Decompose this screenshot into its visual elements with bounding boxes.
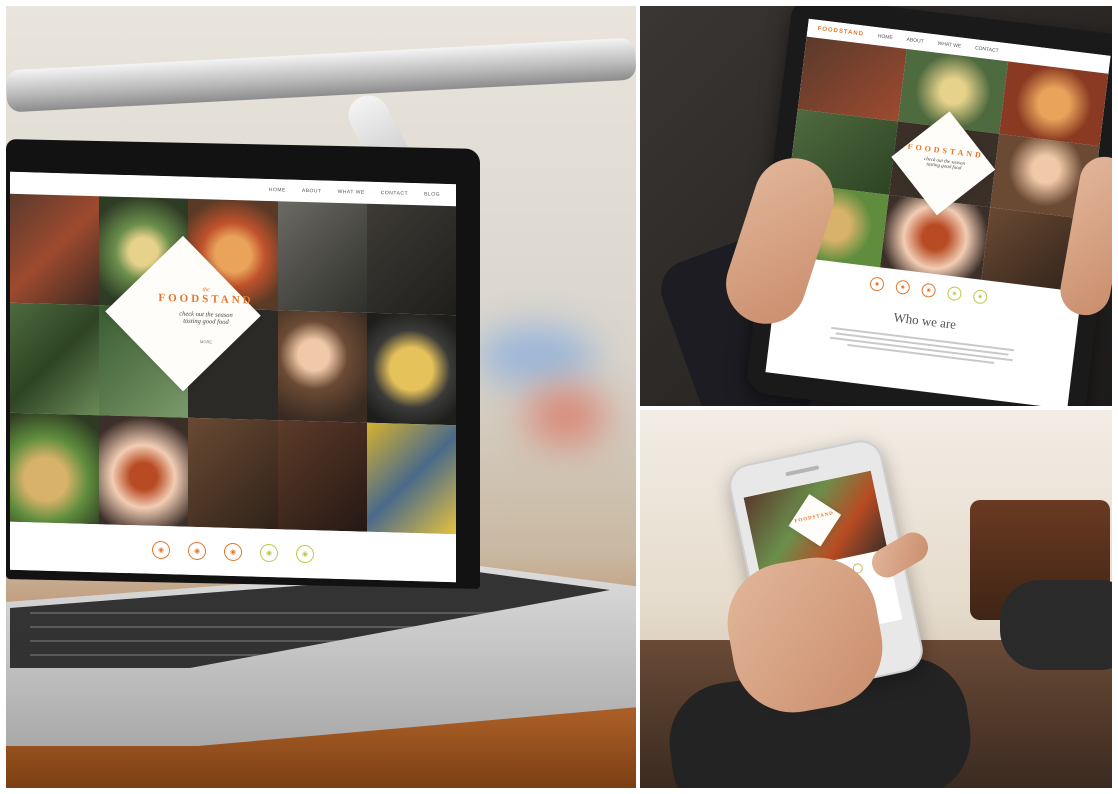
nav-item-blog[interactable]: BLOG (424, 191, 440, 197)
right-sleeve (1000, 580, 1112, 670)
photo-grilled-meat (10, 193, 100, 306)
basket-icon: ◉ (260, 543, 278, 563)
photo-smiling-girl (277, 310, 367, 423)
tablet-nav-item-home[interactable]: HOME (877, 33, 893, 41)
background-railing (6, 37, 636, 113)
photo-kitchen (188, 417, 278, 530)
tablet-nav-item-what-we[interactable]: WHAT WE (937, 41, 961, 50)
nav-item-about[interactable]: ABOUT (302, 188, 322, 195)
background-light (476, 326, 596, 386)
photo-noodle-salad (10, 412, 100, 525)
cup-icon: ◉ (895, 279, 911, 296)
phone-scene: FOODSTAND Who we are (640, 410, 1112, 788)
tablet-nav-item-contact[interactable]: CONTACT (975, 45, 999, 54)
tablet-brand-logo[interactable]: FOODSTAND (817, 26, 864, 38)
laptop-scene: HOME ABOUT WHAT WE CONTACT BLOG the FOOD… (6, 6, 636, 788)
nav-item-contact[interactable]: CONTACT (381, 190, 408, 197)
tablet-scene: FOODSTAND HOME ABOUT WHAT WE CONTACT FOO… (640, 6, 1112, 406)
food-photo-grid (10, 193, 456, 535)
phone-speaker (785, 465, 820, 477)
photo-vendor (277, 419, 367, 532)
bowl-icon: ◉ (869, 276, 885, 292)
photo-cafe (277, 201, 367, 314)
leaf-icon: ◉ (920, 282, 937, 299)
basket-icon: ◉ (946, 285, 963, 302)
bowl-icon: ◉ (152, 540, 170, 560)
background-light (526, 386, 606, 446)
laptop-website: HOME ABOUT WHAT WE CONTACT BLOG the FOOD… (10, 171, 456, 583)
nav-item-home[interactable]: HOME (269, 187, 286, 193)
photo-paella (366, 313, 456, 425)
photo-chef (10, 303, 100, 415)
hero-text: the FOODSTAND check out the season tasti… (128, 285, 284, 346)
tablet-nav-item-about[interactable]: ABOUT (906, 37, 924, 45)
photo-market-flowers (366, 422, 456, 535)
photo-pizza (998, 61, 1109, 147)
photo-grilled-meat (797, 36, 908, 122)
pot-icon: ◉ (972, 288, 989, 305)
pot-icon: ◉ (296, 544, 314, 564)
cup-icon: ◉ (188, 541, 206, 561)
photo-fritters-hands (99, 414, 189, 527)
nav-item-what-we[interactable]: WHAT WE (338, 189, 365, 196)
leaf-icon: ◉ (224, 542, 242, 562)
photo-dish-top (366, 203, 456, 316)
